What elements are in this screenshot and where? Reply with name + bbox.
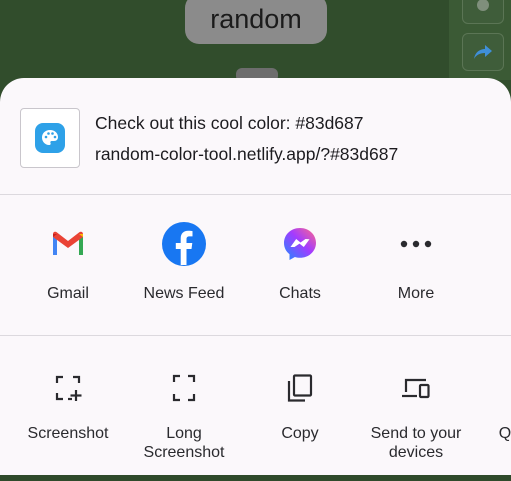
palette-app-icon xyxy=(35,123,65,153)
share-arrow-icon xyxy=(474,45,492,59)
share-sheet: Check out this cool color: #83d687 rando… xyxy=(0,78,511,475)
share-target-label: Gmail xyxy=(47,285,89,302)
share-target-news-feed[interactable]: News Feed xyxy=(128,214,240,314)
action-label: Copy xyxy=(281,425,319,442)
share-target-label: News Feed xyxy=(143,285,225,302)
background-title-pill: random xyxy=(185,0,327,44)
action-long-screenshot[interactable]: Long Screenshot xyxy=(125,371,243,481)
share-target-label: Chats xyxy=(279,285,321,302)
long-screenshot-icon xyxy=(167,371,201,405)
action-copy[interactable]: Copy xyxy=(241,371,359,481)
facebook-icon xyxy=(160,220,208,268)
divider xyxy=(0,335,511,336)
share-target-chats[interactable]: Chats xyxy=(244,214,356,314)
share-target-label: More xyxy=(397,285,435,302)
screenshot-icon xyxy=(51,371,85,405)
share-target-more[interactable]: More xyxy=(360,214,472,314)
messenger-icon xyxy=(276,220,324,268)
share-url: random-color-tool.netlify.app/?#83d687 xyxy=(95,144,399,164)
background-title: random xyxy=(210,3,302,34)
action-partial[interactable]: Q xyxy=(446,371,511,481)
share-preview: Check out this cool color: #83d687 rando… xyxy=(0,78,511,194)
action-screenshot[interactable]: Screenshot xyxy=(9,371,127,481)
share-title: Check out this cool color: #83d687 xyxy=(95,113,364,133)
gmail-icon xyxy=(44,220,92,268)
preview-thumbnail xyxy=(20,108,80,168)
share-target-gmail[interactable]: Gmail xyxy=(12,214,124,314)
action-label: Long Screenshot xyxy=(143,425,225,461)
action-label: Screenshot xyxy=(27,425,109,442)
action-label: Q xyxy=(498,425,511,442)
partial-icon xyxy=(488,371,511,405)
background-share-button xyxy=(462,33,504,71)
send-to-devices-icon xyxy=(399,371,433,405)
divider xyxy=(0,194,511,195)
more-dots-icon xyxy=(392,220,440,268)
background-button-top xyxy=(462,0,504,24)
copy-icon xyxy=(283,371,317,405)
